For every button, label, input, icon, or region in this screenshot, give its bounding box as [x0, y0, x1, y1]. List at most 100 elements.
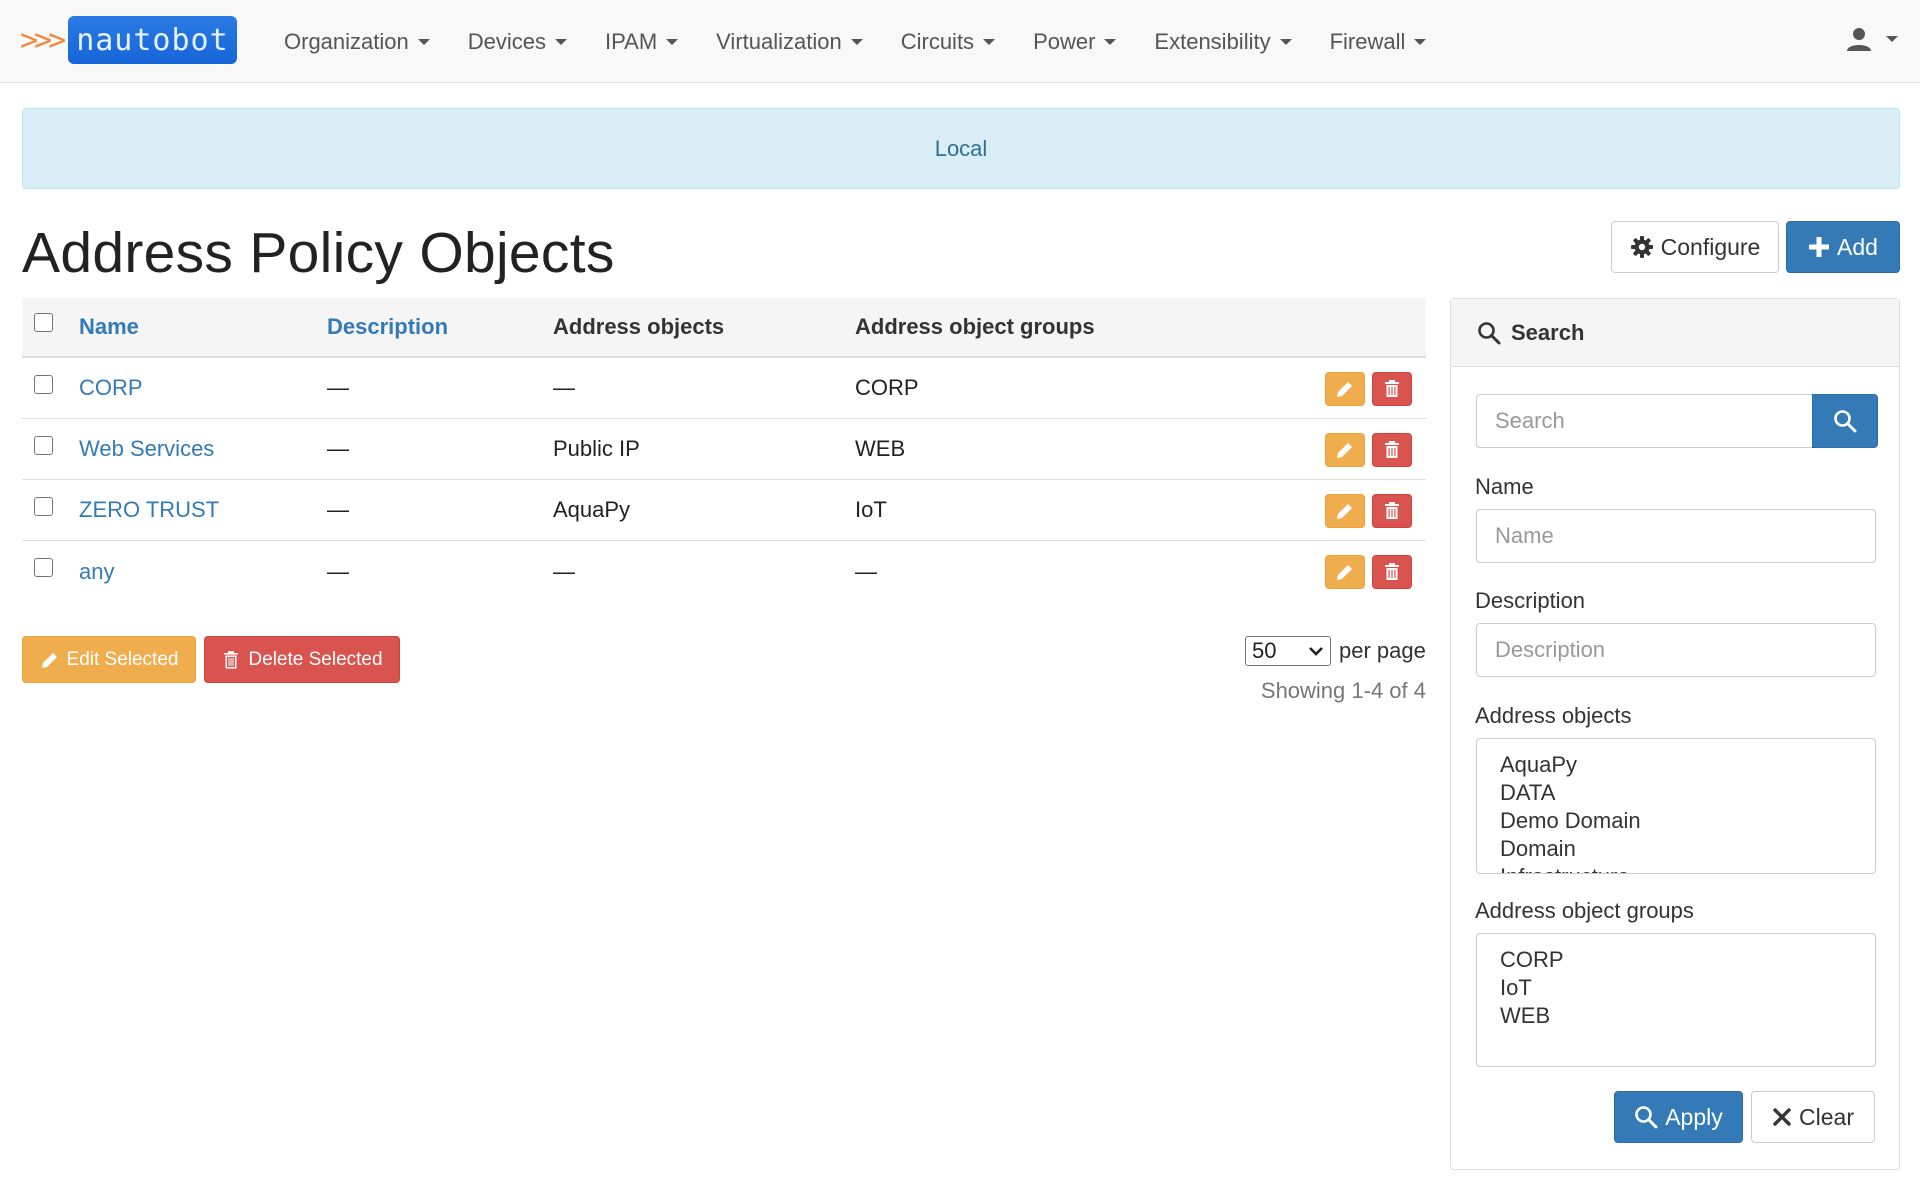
row-select-cell [34, 537, 53, 598]
delete-selected-button[interactable]: Delete Selected [204, 636, 400, 683]
nav-devices[interactable]: Devices [468, 29, 567, 55]
address-objects-field-label: Address objects [1475, 703, 1632, 728]
row-checkbox[interactable] [34, 558, 53, 577]
nav-circuits[interactable]: Circuits [900, 28, 996, 55]
search-input[interactable]: Search [1476, 394, 1812, 448]
row-name-link[interactable]: CORP [79, 358, 143, 418]
delete-row-button[interactable] [1372, 555, 1412, 589]
select-all-cell [34, 293, 53, 352]
row-name-link[interactable]: Web Services [79, 419, 214, 479]
address-objects-multiselect[interactable]: AquaPy DATA Demo Domain Domain Infrastru… [1476, 738, 1876, 874]
search-icon [1635, 1106, 1658, 1129]
page-title: Address Policy Objects [22, 221, 615, 285]
nav-label: IPAM [605, 28, 658, 54]
address-objects-option[interactable]: AquaPy [1500, 751, 1875, 779]
row-actions [1325, 433, 1412, 467]
add-label: Add [1837, 233, 1878, 260]
address-objects-option[interactable]: DATA [1500, 779, 1875, 807]
delete-row-button[interactable] [1372, 433, 1412, 467]
address-objects-option[interactable]: Demo Domain [1500, 807, 1875, 835]
column-header-address-object-groups: Address object groups [855, 313, 1095, 339]
description-field[interactable]: Description [1476, 623, 1876, 677]
row-actions [1325, 372, 1412, 406]
add-button[interactable]: Add [1786, 221, 1900, 273]
row-checkbox[interactable] [34, 496, 53, 516]
edit-row-button[interactable] [1325, 372, 1365, 406]
chevron-down-icon [1309, 647, 1323, 656]
select-all-checkbox[interactable] [34, 313, 53, 332]
nav-label: Firewall [1329, 28, 1406, 54]
edit-selected-button[interactable]: Edit Selected [22, 636, 196, 683]
search-icon [1834, 410, 1857, 433]
row-description: — [327, 497, 349, 522]
row-actions [1325, 555, 1412, 589]
search-icon [1478, 321, 1501, 344]
column-header-address-objects: Address objects [553, 313, 725, 339]
close-icon [1773, 1108, 1791, 1126]
pencil-icon [1337, 382, 1352, 397]
row-select-cell [34, 354, 53, 414]
nav-extensibility[interactable]: Extensibility [1154, 28, 1292, 55]
apply-button[interactable]: Apply [1614, 1091, 1743, 1143]
address-objects-option[interactable]: Infrastructure [1500, 863, 1875, 873]
table-row: Web Services — Public IP WEB [22, 419, 1426, 480]
row-checkbox[interactable] [34, 374, 53, 394]
user-icon [1847, 28, 1871, 51]
edit-row-button[interactable] [1325, 494, 1365, 528]
row-checkbox[interactable] [34, 435, 53, 455]
showing-count: Showing 1-4 of 4 [1260, 678, 1426, 703]
nav-label: Virtualization [716, 28, 842, 54]
address-object-groups-multiselect[interactable]: CORP IoT WEB [1476, 933, 1876, 1067]
nav-power[interactable]: Power [1033, 28, 1117, 55]
bulk-actions: Edit Selected Delete Selected [22, 636, 400, 683]
nautobot-logo[interactable]: >>> nautobot [20, 16, 237, 64]
search-submit-button[interactable] [1812, 394, 1878, 448]
column-header-name[interactable]: Name [79, 297, 139, 356]
delete-selected-label: Delete Selected [248, 648, 383, 670]
row-description: — [327, 436, 349, 461]
clear-button[interactable]: Clear [1751, 1091, 1875, 1143]
row-actions [1325, 494, 1412, 528]
trash-icon [1385, 563, 1399, 580]
row-address-object-groups: IoT [855, 497, 887, 522]
caret-down-icon [1414, 38, 1427, 45]
row-name-link[interactable]: ZERO TRUST [79, 480, 219, 540]
caret-down-icon [417, 38, 430, 45]
address-object-groups-option[interactable]: IoT [1500, 974, 1875, 1002]
address-objects-option[interactable]: Domain [1500, 835, 1875, 863]
row-address-object-groups: WEB [855, 436, 906, 461]
configure-button[interactable]: Configure [1611, 221, 1779, 273]
nav-label: Circuits [900, 28, 975, 54]
caret-down-icon [983, 38, 996, 45]
delete-row-button[interactable] [1372, 372, 1412, 406]
row-select-cell [34, 476, 53, 536]
nav-label: Devices [467, 28, 546, 54]
address-object-groups-option[interactable]: CORP [1500, 946, 1875, 974]
address-object-groups-option[interactable]: WEB [1500, 1002, 1875, 1030]
name-field[interactable]: Name [1476, 509, 1876, 563]
nav-label: Extensibility [1154, 28, 1271, 54]
column-header-description[interactable]: Description [327, 297, 448, 356]
table-row: ZERO TRUST — AquaPy IoT [22, 480, 1426, 541]
nav-virtualization[interactable]: Virtualization [716, 29, 863, 55]
per-page-value: 50 [1252, 638, 1277, 663]
caret-down-icon [555, 38, 567, 45]
caret-down-icon [1279, 38, 1292, 45]
search-panel: Search Search Name Name Description Desc… [1450, 298, 1900, 1170]
nav-firewall[interactable]: Firewall [1330, 29, 1427, 55]
edit-row-button[interactable] [1325, 433, 1365, 467]
navbar: >>> nautobot Organization Devices IPAM V… [0, 0, 1920, 83]
row-description: — [327, 375, 349, 400]
search-panel-title: Search [1511, 319, 1585, 345]
user-menu[interactable] [1846, 26, 1898, 52]
nav-ipam[interactable]: IPAM [605, 28, 679, 55]
policy-objects-table: Name Description Address objects Address… [22, 297, 1426, 602]
row-name-link[interactable]: any [79, 541, 114, 602]
edit-row-button[interactable] [1325, 555, 1365, 589]
nav-organization[interactable]: Organization [284, 29, 430, 55]
per-page-select[interactable]: 50 [1245, 636, 1331, 666]
nav-label: Power [1033, 28, 1096, 54]
delete-row-button[interactable] [1372, 494, 1412, 528]
logo-arrows: >>> [20, 22, 66, 58]
trash-icon [224, 650, 239, 668]
